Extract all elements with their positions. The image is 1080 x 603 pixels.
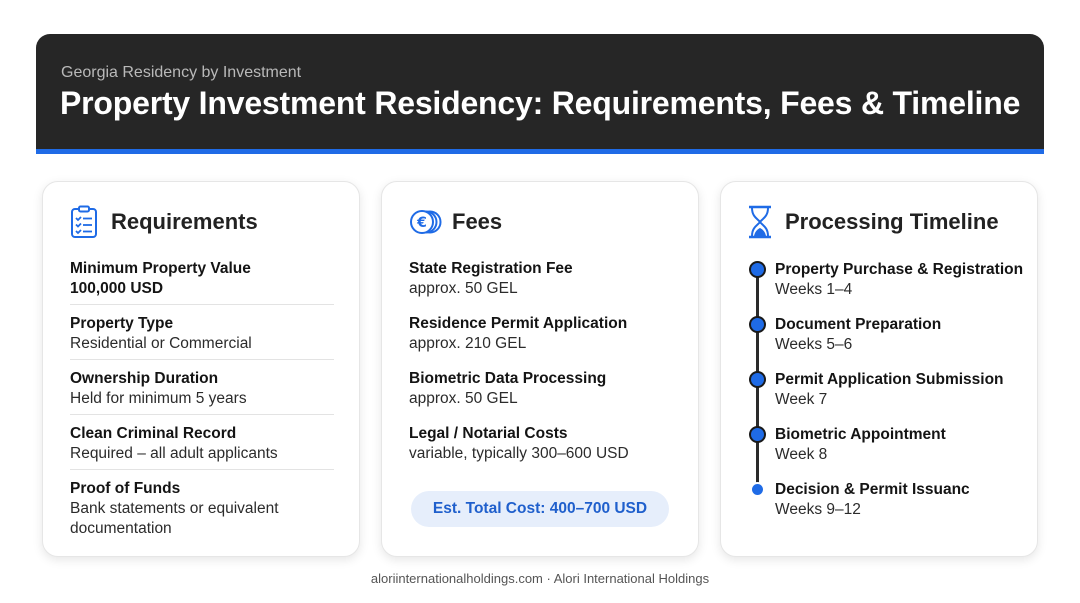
timeline-step-label: Property Purchase & Registration	[775, 261, 1024, 278]
timeline-dot	[752, 484, 763, 495]
timeline-step-value: Weeks 9–12	[775, 501, 861, 518]
fee-value: variable, typically 300–600 USD	[409, 445, 629, 462]
requirement-value: Residential or Commercial	[70, 335, 252, 352]
divider	[70, 414, 334, 415]
header-banner: Georgia Residency by Investment Property…	[36, 34, 1044, 154]
requirement-value: Held for minimum 5 years	[70, 390, 247, 407]
fee-item: State Registration Fee approx. 50 GEL	[409, 259, 673, 299]
timeline-dot	[749, 371, 766, 388]
timeline-step-label: Biometric Appointment	[775, 426, 946, 443]
requirement-label: Property Type	[70, 315, 174, 332]
timeline-step-value: Weeks 5–6	[775, 336, 853, 353]
requirement-item: Property Type Residential or Commercial	[70, 314, 334, 354]
svg-text:€: €	[416, 215, 427, 231]
timeline-step-value: Week 8	[775, 446, 828, 463]
divider	[70, 469, 334, 470]
fee-item: Legal / Notarial Costs variable, typical…	[409, 424, 673, 464]
timeline-step-value: Week 7	[775, 391, 828, 408]
page-title: Property Investment Residency: Requireme…	[60, 85, 1021, 121]
fees-header: € Fees	[408, 204, 502, 240]
timeline-step-value: Weeks 1–4	[775, 281, 853, 298]
requirement-label: Proof of Funds	[70, 480, 181, 497]
total-cost-badge: Est. Total Cost: 400–700 USD	[411, 491, 669, 527]
requirement-label: Ownership Duration	[70, 370, 219, 387]
timeline-dot	[749, 316, 766, 333]
fee-label: Biometric Data Processing	[409, 370, 607, 387]
timeline-title: Processing Timeline	[785, 209, 999, 234]
fee-value: approx. 50 GEL	[409, 280, 518, 297]
timeline-step-label: Decision & Permit Issuance	[775, 481, 969, 498]
requirements-header: Requirements	[69, 204, 258, 240]
timeline-step-label: Permit Application Submission	[775, 371, 1004, 388]
requirement-label: Minimum Property Value	[70, 260, 251, 277]
timeline-card: Processing Timeline Property Purchase & …	[720, 181, 1038, 557]
fee-value: approx. 210 GEL	[409, 335, 527, 352]
timeline-step: Document Preparation Weeks 5–6	[775, 315, 1035, 355]
requirements-card: Requirements Minimum Property Value 100,…	[42, 181, 360, 557]
footer-credit: aloriinternationalholdings.com · Alori I…	[370, 571, 710, 586]
requirement-item: Minimum Property Value 100,000 USD	[70, 259, 334, 299]
timeline-step: Property Purchase & Registration Weeks 1…	[775, 260, 1035, 300]
euro-coins-icon: €	[408, 204, 442, 240]
clipboard-checklist-icon	[69, 204, 99, 240]
fee-label: State Registration Fee	[409, 260, 573, 277]
fee-value: approx. 50 GEL	[409, 390, 518, 407]
fee-label: Residence Permit Application	[409, 315, 628, 332]
requirements-title: Requirements	[111, 209, 258, 234]
fee-item: Biometric Data Processing approx. 50 GEL	[409, 369, 673, 409]
requirement-item: Ownership Duration Held for minimum 5 ye…	[70, 369, 334, 409]
hourglass-icon	[747, 204, 773, 240]
requirement-item: Clean Criminal Record Required – all adu…	[70, 424, 334, 464]
timeline-step-label: Document Preparation	[775, 316, 942, 333]
timeline-dot	[749, 261, 766, 278]
timeline-dot	[749, 426, 766, 443]
requirement-value: Bank statements or equivalent documentat…	[70, 500, 279, 537]
fee-label: Legal / Notarial Costs	[409, 425, 568, 442]
timeline-header: Processing Timeline	[747, 204, 999, 240]
timeline-step: Decision & Permit Issuance Weeks 9–12	[775, 480, 969, 520]
fee-item: Residence Permit Application approx. 210…	[409, 314, 673, 354]
fees-card: € Fees State Registration Fee approx. 50…	[381, 181, 699, 557]
header-subtitle: Georgia Residency by Investment	[61, 64, 302, 81]
requirement-label: Clean Criminal Record	[70, 425, 237, 442]
divider	[70, 304, 334, 305]
timeline-step: Biometric Appointment Week 8	[775, 425, 1035, 465]
divider	[70, 359, 334, 360]
requirement-value: 100,000 USD	[70, 280, 164, 297]
timeline-step: Permit Application Submission Week 7	[775, 370, 1035, 410]
fees-title: Fees	[452, 209, 503, 234]
requirement-item: Proof of Funds Bank statements or equiva…	[70, 479, 334, 539]
requirement-value: Required – all adult applicants	[70, 445, 278, 462]
